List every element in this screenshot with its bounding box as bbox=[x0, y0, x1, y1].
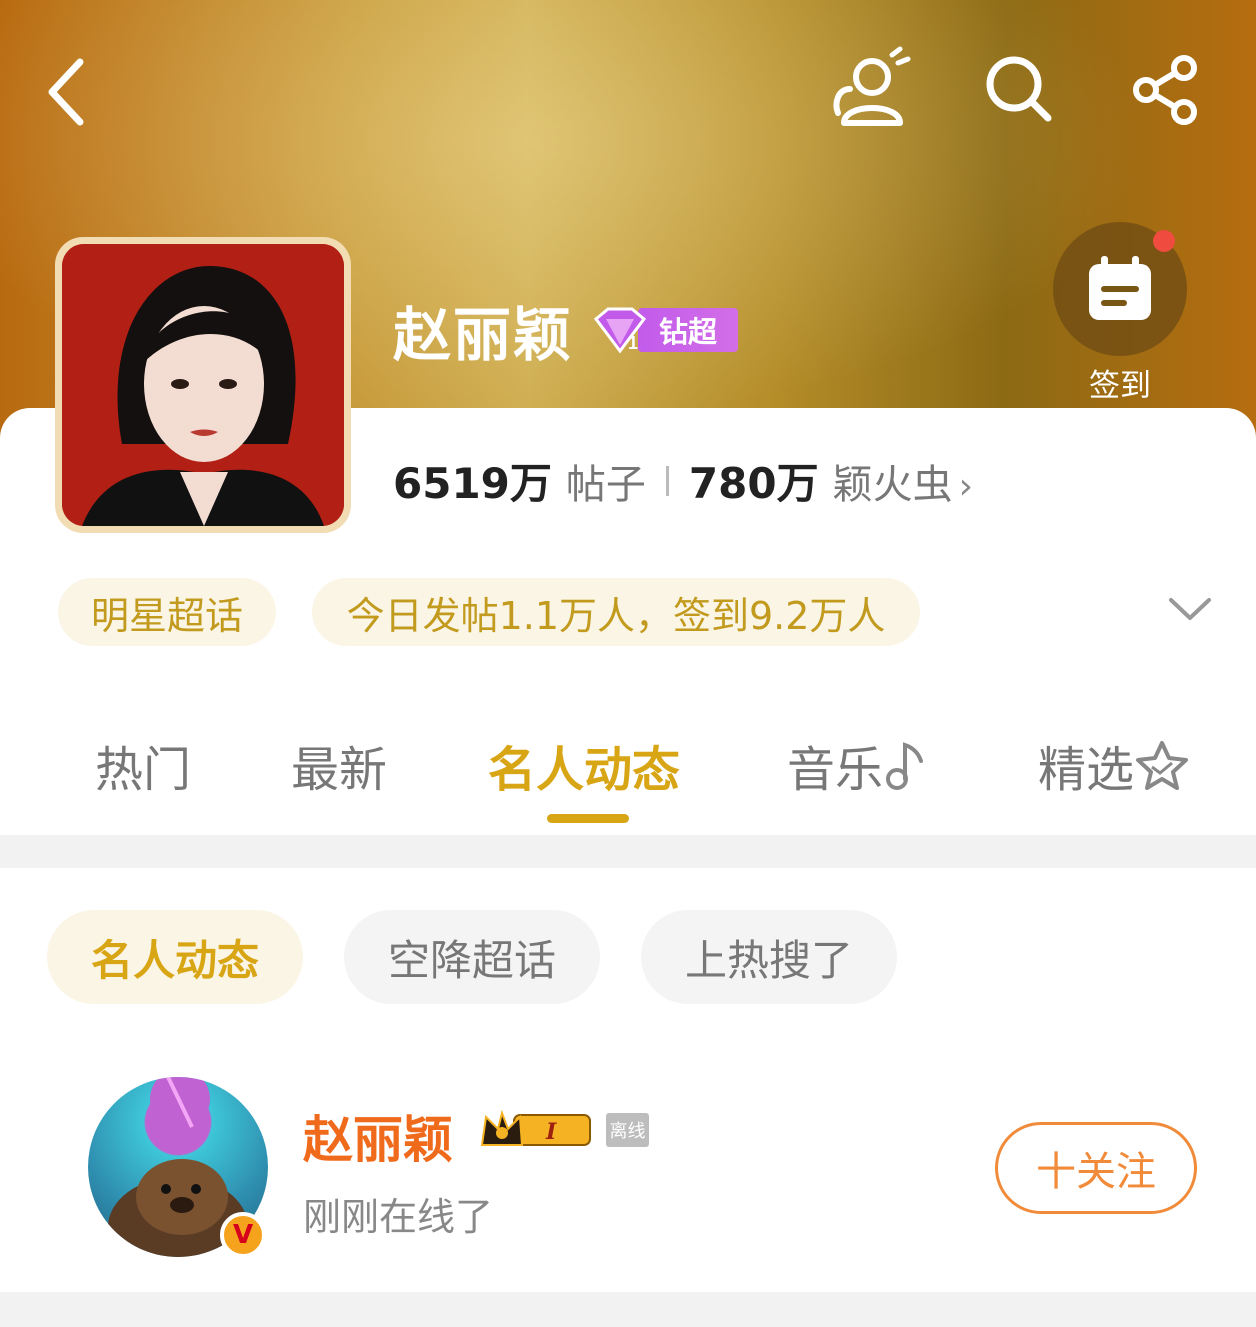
tab-bar: 热门 最新 名人动态 音乐 精选 bbox=[0, 730, 1256, 800]
badge-label: 钻超 bbox=[638, 308, 738, 352]
tab-celebrity-label: 名人动态 bbox=[488, 742, 681, 798]
user-name[interactable]: 赵丽颖 bbox=[303, 1100, 453, 1172]
search-icon[interactable] bbox=[980, 50, 1060, 130]
follow-button[interactable]: 十关注 bbox=[995, 1122, 1197, 1214]
svg-text:1: 1 bbox=[628, 333, 638, 353]
music-note-icon bbox=[886, 742, 924, 790]
checkin-label: 签到 bbox=[1089, 368, 1151, 404]
chip-trending[interactable]: 上热搜了 bbox=[641, 910, 897, 1004]
topic-title: 赵丽颖 bbox=[393, 301, 574, 369]
active-tab-indicator bbox=[547, 814, 629, 823]
notification-dot bbox=[1153, 230, 1175, 252]
topic-avatar[interactable] bbox=[55, 237, 351, 533]
chevron-right-icon: › bbox=[958, 466, 973, 507]
category-pill[interactable]: 明星超话 bbox=[58, 578, 276, 646]
star-icon bbox=[1136, 741, 1189, 790]
tab-celebrity-updates[interactable]: 名人动态 bbox=[488, 730, 680, 800]
tab-music[interactable]: 音乐 bbox=[787, 730, 927, 800]
tab-hot-label: 热门 bbox=[95, 742, 192, 798]
crown-level-badge: I bbox=[478, 1107, 594, 1153]
calendar-icon bbox=[1089, 256, 1151, 320]
diamond-badge[interactable]: 1 钻超 bbox=[588, 305, 738, 355]
topic-stats[interactable]: 6519万 帖子 780万 颖火虫 › bbox=[393, 450, 973, 511]
verified-badge: V bbox=[220, 1212, 266, 1258]
posts-label: 帖子 bbox=[565, 462, 646, 508]
tab-hot[interactable]: 热门 bbox=[95, 730, 191, 800]
fans-label: 颖火虫 bbox=[832, 462, 953, 508]
chevron-down-icon[interactable] bbox=[1165, 590, 1215, 630]
today-stats-pill[interactable]: 今日发帖1.1万人，签到9.2万人 bbox=[312, 578, 920, 646]
user-status: 刚刚在线了 bbox=[303, 1195, 494, 1239]
tab-music-label: 音乐 bbox=[787, 742, 884, 798]
offline-tag: 离线 bbox=[606, 1113, 649, 1147]
tab-featured[interactable]: 精选 bbox=[1038, 730, 1190, 800]
tab-featured-label: 精选 bbox=[1038, 742, 1135, 798]
people-icon[interactable] bbox=[830, 45, 915, 130]
stats-divider bbox=[665, 465, 669, 496]
tab-latest[interactable]: 最新 bbox=[291, 730, 387, 800]
diamond-icon: 1 bbox=[593, 307, 647, 354]
svg-text:I: I bbox=[545, 1119, 557, 1145]
chip-celebrity-updates[interactable]: 名人动态 bbox=[47, 910, 303, 1004]
back-icon[interactable] bbox=[40, 52, 100, 132]
checkin-button[interactable] bbox=[1053, 222, 1187, 356]
posts-count: 6519万 bbox=[393, 459, 552, 508]
share-icon[interactable] bbox=[1128, 52, 1203, 127]
chip-airdrop-topic[interactable]: 空降超话 bbox=[344, 910, 600, 1004]
tab-latest-label: 最新 bbox=[291, 742, 388, 798]
fans-count: 780万 bbox=[688, 459, 819, 508]
